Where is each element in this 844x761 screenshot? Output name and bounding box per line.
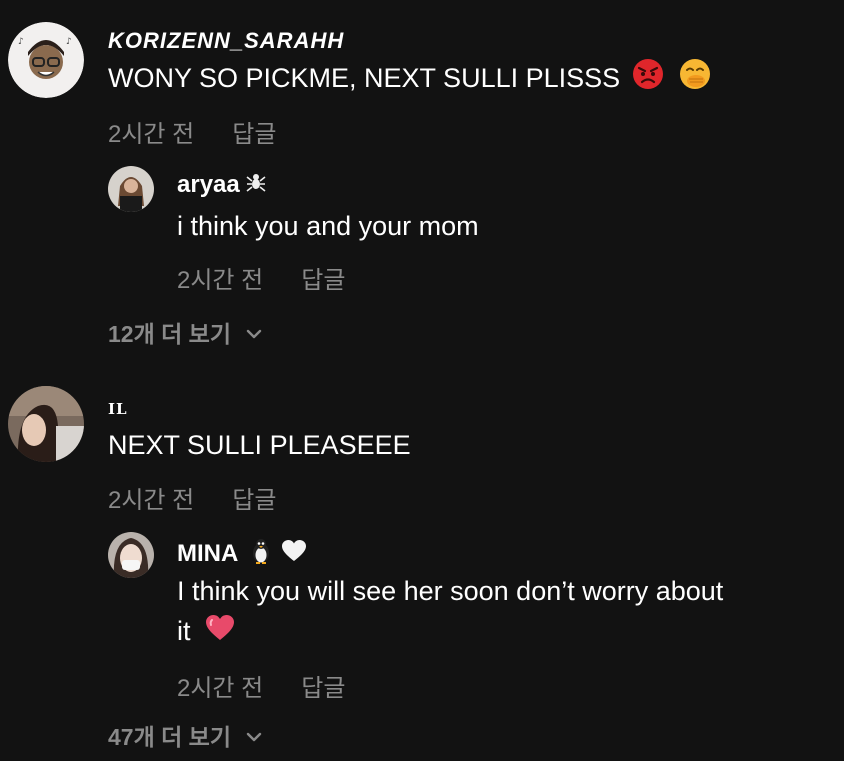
comment-meta: 2시간 전 답글	[108, 480, 276, 515]
penguin-icon	[250, 538, 272, 571]
comment-timestamp: 2시간 전	[108, 487, 195, 514]
reply-text-line-2-body: it	[177, 616, 191, 646]
reply-text-line-2: it	[177, 611, 837, 653]
comment-text: NEXT SULLI PLEASEEE	[108, 430, 411, 460]
avatar[interactable]	[8, 386, 84, 462]
white-heart-icon	[281, 539, 307, 570]
comment-username[interactable]: IL	[108, 400, 128, 418]
view-more-replies-button[interactable]: 47개 더 보기	[108, 718, 263, 752]
reply-meta: 2시간 전 답글	[177, 668, 345, 703]
reply-text-line-1: I think you will see her soon don’t worr…	[177, 576, 724, 606]
reply-button[interactable]: 답글	[301, 675, 345, 702]
red-heart-icon	[204, 613, 236, 653]
reply-avatar[interactable]	[108, 532, 154, 578]
comment-thread-2: IL NEXT SULLI PLEASEEE 2시간 전 답글 MINA I t…	[0, 0, 844, 761]
reply-username[interactable]: MINA	[177, 538, 307, 571]
reply-button[interactable]: 답글	[232, 487, 276, 514]
chevron-down-icon	[245, 722, 263, 749]
reply-username-text: MINA	[177, 539, 238, 567]
reply-timestamp: 2시간 전	[177, 675, 264, 702]
reply-text: I think you will see her soon don’t worr…	[177, 571, 837, 653]
view-more-replies-label: 47개 더 보기	[108, 724, 232, 750]
